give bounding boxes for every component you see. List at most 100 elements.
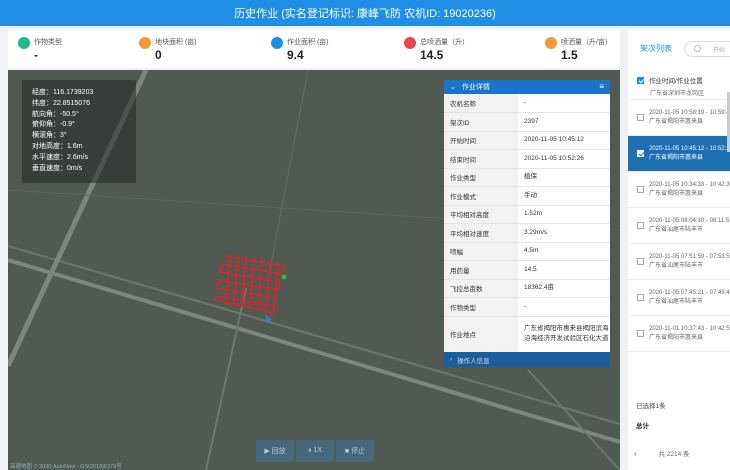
panel-title: 架次列表 (640, 44, 672, 53)
details-value: 广东省揭阳市惠来县揭阳滨海沿海经济开发试验区石化大道 (518, 316, 610, 353)
play-button[interactable]: ▶ 回放 (256, 440, 294, 462)
list-item[interactable]: 2020-11-01 10:37:43 - 10:42:5 广东省揭阳市惠来县 (628, 316, 730, 352)
telemetry-line: 水平速度：2.6m/s (32, 153, 89, 161)
sortie-place: 广东省汕尾市陆丰市 (649, 226, 704, 233)
selected-count: 已选择1条 (636, 403, 666, 410)
details-key: 用药量 (444, 260, 518, 280)
list-item[interactable]: 2020-11-05 07:45:21 - 07:49:4 广东省汕尾市陆丰市 (628, 280, 730, 316)
chevron-right-icon: › (450, 356, 453, 363)
details-key: 农机名称 (444, 94, 518, 113)
telemetry-line: 垂直速度：0m/s (32, 164, 83, 172)
details-key: 作业类型 (444, 168, 518, 187)
details-row: 农机名称 - (444, 94, 610, 113)
details-row: 作业模式 手动 (444, 186, 610, 206)
chevron-left-icon[interactable]: ‹ (634, 449, 637, 458)
telemetry-line: 纬度：22.8515076 (32, 99, 90, 107)
map-view[interactable]: 经度：116.1739203 纬度：22.8515076 航向角：-50.5° … (8, 70, 620, 470)
list-item[interactable]: 2020-11-05 10:58:19 - 10:59:4 广东省揭阳市惠来县 (628, 100, 730, 136)
work-details-panel: ⌄ 作业详情 ≡ 农机名称 - 架次ID 2397 开始时间 2020-11-05 1… (444, 80, 610, 367)
details-row: 平均相对高度 1.52m (444, 205, 610, 224)
row-checkbox[interactable] (637, 150, 644, 157)
chevron-down-icon[interactable]: ⌄ (450, 83, 456, 91)
total-label: 总计 (636, 423, 649, 430)
details-value: 14.5 (518, 260, 610, 280)
sortie-time: 2020-11-05 07:45:21 - 07:49:4 (649, 289, 730, 296)
details-key: 架次ID (444, 112, 518, 132)
details-value: - (518, 297, 610, 317)
details-key: 平均相对高度 (444, 205, 518, 224)
operator-info-toggle[interactable]: › 操作人信息 (444, 352, 610, 367)
details-header[interactable]: ⌄ 作业详情 ≡ (444, 80, 610, 94)
stat-value: 14.5 (420, 48, 444, 62)
stat-label: 作物类型 (34, 39, 62, 46)
details-row: 喷幅 4.5m (444, 242, 610, 261)
telemetry-line: 经度：116.1739203 (32, 89, 94, 96)
sortie-place: 广东省揭阳市惠来县 (649, 190, 704, 197)
sortie-time: 2020-11-01 10:37:43 - 10:42:5 (649, 325, 730, 332)
sortie-time: 2020-11-05 10:45:12 - 10:52:2 (649, 145, 730, 152)
playback-controls: ▶ 回放 ⏸ 1X ■ 停止 (256, 440, 374, 462)
row-checkbox[interactable] (637, 186, 644, 193)
details-key: 开始时间 (444, 131, 518, 150)
details-key: 作业地点 (444, 316, 518, 353)
details-row: 作物类型 - (444, 297, 610, 317)
list-item[interactable]: 2020-11-05 10:34:33 - 10:42:3 广东省揭阳市惠来县 (628, 172, 730, 208)
list-item-selected[interactable]: 2020-11-05 10:45:12 - 10:52:2 广东省揭阳市惠来县 (628, 136, 730, 172)
details-row: 作业地点 广东省揭阳市惠来县揭阳滨海沿海经济开发试验区石化大道 (444, 316, 610, 353)
details-value: - (518, 94, 610, 113)
details-value: 植保 (518, 168, 610, 187)
speed-button[interactable]: ⏸ 1X (296, 440, 334, 462)
telemetry-line: 横滚角：3° (32, 132, 67, 140)
details-row: 用药量 14.5 (444, 260, 610, 280)
work-area-icon (271, 37, 283, 49)
row-checkbox[interactable] (637, 330, 644, 337)
pager-total: 共 2214 条 (658, 451, 690, 458)
details-row: 结束时间 2020-11-05 10:52:26 (444, 149, 610, 169)
details-key: 作物类型 (444, 297, 518, 317)
details-key: 喷幅 (444, 242, 518, 261)
details-row: 作业类型 植保 (444, 168, 610, 187)
list-item-partial[interactable]: 广东省深圳市龙岗区 (628, 88, 730, 100)
start-marker (281, 274, 287, 280)
calendar-icon (694, 45, 701, 52)
row-checkbox[interactable] (637, 294, 644, 301)
details-value: 18362.4亩 (518, 279, 610, 298)
date-filter-input[interactable]: 开始 (684, 41, 730, 57)
sortie-place: 广东省揭阳市惠来县 (649, 154, 704, 161)
row-checkbox[interactable] (637, 222, 644, 229)
pagination: ‹ 共 2214 条 (634, 448, 690, 458)
map-attribution: 高德地图 © 2020 AutoNavi - GS(2019)6379号 (10, 464, 122, 470)
collapse-icon[interactable]: ≡ (599, 82, 604, 91)
stop-button[interactable]: ■ 停止 (336, 440, 374, 462)
sortie-place: 广东省汕尾市陆丰市 (649, 262, 704, 269)
stat-value: 0 (155, 48, 162, 62)
stat-label: 作业面积 (亩) (287, 39, 329, 46)
details-value: 2020-11-05 10:52:26 (518, 149, 610, 169)
details-title: 作业详情 (461, 84, 490, 91)
window-title: 历史作业 (实名登记标识: 康峰飞防 农机ID: 19020236) (0, 0, 730, 26)
telemetry-line: 对地高度：1.6m (32, 142, 83, 150)
details-value: 1.52m (518, 205, 610, 224)
sortie-time: 2020-11-05 08:04:10 - 08:11:5 (649, 217, 730, 224)
telemetry-line: 俯仰角：-0.9° (32, 121, 75, 129)
row-checkbox[interactable] (637, 258, 644, 265)
details-key: 作业模式 (444, 186, 518, 206)
stat-label: 总喷洒量（升） (420, 39, 469, 46)
telemetry-panel: 经度：116.1739203 纬度：22.8515076 航向角：-50.5° … (22, 80, 136, 183)
sortie-time: 2020-11-05 10:34:33 - 10:42:3 (649, 181, 730, 188)
telemetry-line: 航向角：-50.5° (32, 110, 79, 118)
details-row: 开始时间 2020-11-05 10:45:12 (444, 131, 610, 150)
list-item[interactable]: 2020-11-05 08:04:10 - 08:11:5 广东省汕尾市陆丰市 (628, 208, 730, 244)
details-value: 手动 (518, 186, 610, 206)
spray-rate-icon (545, 37, 557, 49)
details-value: 4.5m (518, 242, 610, 261)
sortie-list: 广东省深圳市龙岗区 2020-11-05 10:58:19 - 10:59:4 广… (628, 88, 730, 388)
sortie-list-panel: 架次列表 开始 作业时间/作业位置 广东省深圳市龙岗区 2020-11-05 1… (628, 30, 730, 470)
details-row: 平均相对速度 3.29m/s (444, 223, 610, 243)
crop-icon (18, 37, 30, 49)
sortie-time: 2020-11-05 10:58:19 - 10:59:4 (649, 109, 730, 116)
list-item[interactable]: 2020-11-05 07:51:59 - 07:53:5 广东省汕尾市陆丰市 (628, 244, 730, 280)
details-key: 飞控总亩数 (444, 279, 518, 298)
select-all-checkbox[interactable] (637, 76, 644, 84)
row-checkbox[interactable] (637, 114, 644, 121)
